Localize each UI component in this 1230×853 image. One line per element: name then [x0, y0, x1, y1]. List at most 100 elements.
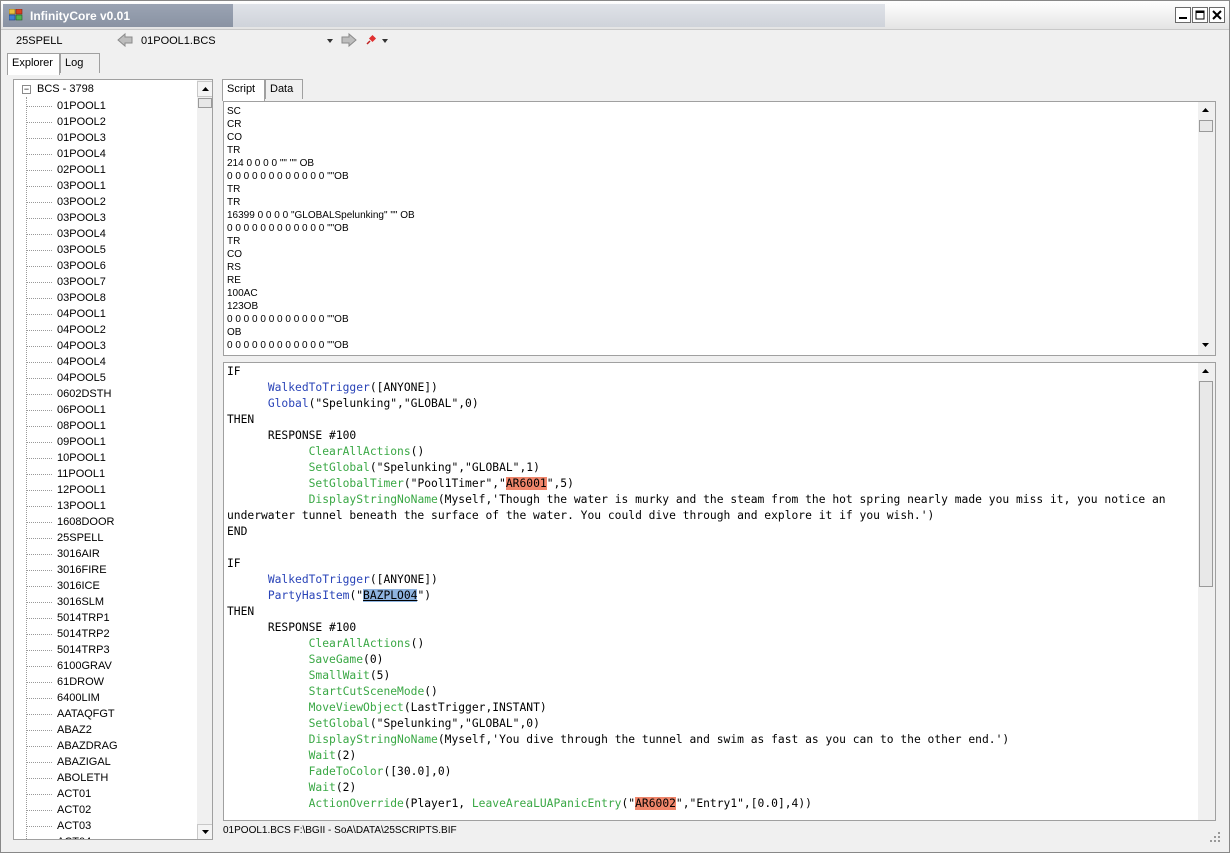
- tree-item[interactable]: ACT02: [26, 803, 206, 819]
- tree-item[interactable]: 03POOL6: [26, 259, 206, 275]
- tree-item[interactable]: ABAZIGAL: [26, 755, 206, 771]
- tree-item[interactable]: 04POOL3: [26, 339, 206, 355]
- scroll-up-button[interactable]: [1198, 103, 1215, 119]
- tree-item[interactable]: 09POOL1: [26, 435, 206, 451]
- tree-item-label: ABAZIGAL: [57, 756, 111, 768]
- compiled-line: TR: [227, 197, 241, 208]
- tree-item[interactable]: 03POOL2: [26, 195, 206, 211]
- scroll-down-button[interactable]: [197, 824, 212, 839]
- action-args: (": [621, 797, 636, 810]
- back-arrow-icon[interactable]: [116, 32, 134, 48]
- tree-item[interactable]: 06POOL1: [26, 403, 206, 419]
- arrow-up-icon: [1202, 369, 1209, 373]
- tree-item[interactable]: 12POOL1: [26, 483, 206, 499]
- tree-scrollbar[interactable]: [197, 80, 212, 839]
- action-args: (Myself,'You dive through the tunnel and…: [437, 733, 1010, 746]
- scroll-down-button[interactable]: [1198, 338, 1215, 354]
- tab-log[interactable]: Log: [60, 53, 100, 73]
- tree-item[interactable]: ACT01: [26, 787, 206, 803]
- collapse-icon[interactable]: −: [22, 85, 31, 94]
- tree-item[interactable]: 1608DOOR: [26, 515, 206, 531]
- tree-item[interactable]: 04POOL1: [26, 307, 206, 323]
- tree-item[interactable]: 0602DSTH: [26, 387, 206, 403]
- file-select[interactable]: 01POOL1.BCS: [141, 35, 216, 47]
- tree-item[interactable]: 02POOL1: [26, 163, 206, 179]
- tree-item[interactable]: AATAQFGT: [26, 707, 206, 723]
- tree-item[interactable]: 03POOL3: [26, 211, 206, 227]
- decompiled-script-editor[interactable]: IF WalkedToTrigger([ANYONE]) Global("Spe…: [223, 362, 1216, 821]
- trigger-name: WalkedToTrigger: [267, 573, 370, 586]
- action-name: SetGlobalTimer: [308, 477, 404, 490]
- trigger-args: (": [349, 589, 364, 602]
- action-name: ClearAllActions: [308, 637, 411, 650]
- tree-item[interactable]: 3016FIRE: [26, 563, 206, 579]
- explorer-tree[interactable]: − BCS - 3798 01POOL1 01POOL2 01POOL3 01POOL…: [13, 79, 213, 840]
- tab-explorer[interactable]: Explorer: [7, 53, 60, 75]
- tree-item[interactable]: 11POOL1: [26, 467, 206, 483]
- scroll-thumb[interactable]: [198, 98, 212, 108]
- tree-item[interactable]: 10POOL1: [26, 451, 206, 467]
- tree-item[interactable]: ABAZ2: [26, 723, 206, 739]
- tree-item-label: 04POOL4: [57, 356, 106, 368]
- tree-item[interactable]: 25SPELL: [26, 531, 206, 547]
- chevron-down-icon[interactable]: [381, 38, 389, 44]
- tree-item[interactable]: 5014TRP3: [26, 643, 206, 659]
- tree-item-label: 03POOL8: [57, 292, 106, 304]
- compiled-line: 123OB: [227, 301, 259, 312]
- forward-arrow-icon[interactable]: [340, 32, 358, 48]
- title-bar[interactable]: InfinityCore v0.01: [1, 1, 1229, 30]
- tree-item[interactable]: 5014TRP2: [26, 627, 206, 643]
- tree-item[interactable]: 03POOL4: [26, 227, 206, 243]
- tree-item[interactable]: 04POOL2: [26, 323, 206, 339]
- tree-item[interactable]: 01POOL1: [26, 99, 206, 115]
- tree-item[interactable]: 13POOL1: [26, 499, 206, 515]
- resize-grip-icon[interactable]: [1209, 831, 1221, 843]
- compiled-line: 0 0 0 0 0 0 0 0 0 0 0 0 ""OB: [227, 223, 349, 234]
- tree-item-label: ACT01: [57, 788, 92, 800]
- tree-item-label: 25SPELL: [57, 532, 104, 544]
- tree-item[interactable]: 03POOL5: [26, 243, 206, 259]
- tree-item[interactable]: 03POOL1: [26, 179, 206, 195]
- maximize-button[interactable]: [1192, 7, 1208, 23]
- response-line: RESPONSE #100: [267, 429, 357, 442]
- tree-item[interactable]: 3016SLM: [26, 595, 206, 611]
- tab-label: Explorer: [12, 57, 53, 69]
- tree-item[interactable]: 03POOL7: [26, 275, 206, 291]
- close-button[interactable]: [1209, 7, 1225, 23]
- tree-item[interactable]: ACT04: [26, 835, 206, 839]
- tree-item[interactable]: 5014TRP1: [26, 611, 206, 627]
- chevron-down-icon[interactable]: [326, 38, 334, 44]
- editor-scrollbar[interactable]: [1198, 363, 1215, 820]
- tree-item[interactable]: 04POOL5: [26, 371, 206, 387]
- tree-item[interactable]: 01POOL4: [26, 147, 206, 163]
- minimize-button[interactable]: [1175, 7, 1191, 23]
- tree-item[interactable]: ABAZDRAG: [26, 739, 206, 755]
- item-reference[interactable]: BAZPLO04: [363, 589, 418, 602]
- tree-item[interactable]: 6400LIM: [26, 691, 206, 707]
- tree-item[interactable]: 01POOL2: [26, 115, 206, 131]
- area-reference[interactable]: AR6002: [635, 797, 676, 810]
- tree-item[interactable]: 01POOL3: [26, 131, 206, 147]
- pin-icon[interactable]: [365, 34, 377, 46]
- tree-item[interactable]: ABOLETH: [26, 771, 206, 787]
- tab-data[interactable]: Data: [265, 79, 303, 99]
- compiled-scrollbar[interactable]: [1198, 102, 1215, 355]
- area-reference[interactable]: AR6001: [505, 477, 547, 490]
- tree-item[interactable]: 61DROW: [26, 675, 206, 691]
- tree-item[interactable]: ACT03: [26, 819, 206, 835]
- tree-item[interactable]: 08POOL1: [26, 419, 206, 435]
- tree-item-label: 01POOL3: [57, 132, 106, 144]
- tree-item[interactable]: 03POOL8: [26, 291, 206, 307]
- tree-item[interactable]: 04POOL4: [26, 355, 206, 371]
- tree-item[interactable]: 3016ICE: [26, 579, 206, 595]
- tree-item[interactable]: 3016AIR: [26, 547, 206, 563]
- tree-item-label: 03POOL1: [57, 180, 106, 192]
- scroll-thumb[interactable]: [1199, 120, 1213, 132]
- minimize-icon: [1179, 17, 1187, 19]
- tab-script[interactable]: Script: [222, 79, 265, 101]
- compiled-script-view[interactable]: SC CR CO TR 214 0 0 0 0 "" "" OB 0 0 0 0 0 0 …: [223, 101, 1216, 356]
- scroll-thumb[interactable]: [1199, 381, 1213, 587]
- tree-item[interactable]: 6100GRAV: [26, 659, 206, 675]
- scroll-up-button[interactable]: [197, 81, 212, 97]
- scroll-up-button[interactable]: [1198, 364, 1215, 380]
